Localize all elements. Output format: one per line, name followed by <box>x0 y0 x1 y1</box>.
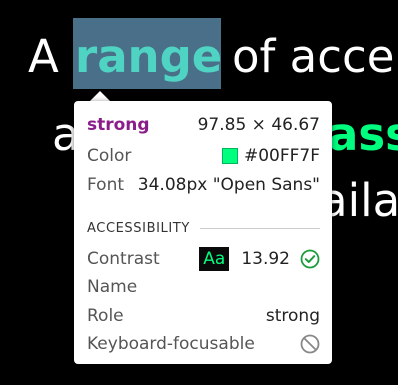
accessibility-section-title: ACCESSIBILITY <box>87 218 320 238</box>
color-label: Color <box>87 146 132 166</box>
element-tag: strong <box>87 115 150 135</box>
font-row: Font 34.08px "Open Sans" <box>87 173 320 197</box>
role-label: Role <box>87 306 124 326</box>
role-value: strong <box>265 306 320 326</box>
element-dimensions: 97.85 × 46.67 <box>197 115 320 135</box>
highlighted-strong-word[interactable]: range <box>75 30 222 83</box>
green-strong-word: ass <box>328 108 398 161</box>
check-circle-icon <box>300 249 320 269</box>
contrast-value: 13.92 <box>241 249 290 269</box>
tooltip-arrow <box>90 91 110 101</box>
font-label: Font <box>87 175 125 195</box>
name-label: Name <box>87 277 138 297</box>
section-divider <box>199 227 320 229</box>
keyboard-focusable-label: Keyboard-focusable <box>87 334 255 354</box>
keyboard-focusable-row: Keyboard-focusable <box>87 332 320 356</box>
text-line-1-prefix: A <box>28 30 59 83</box>
contrast-sample-badge: Aa <box>199 247 230 271</box>
text-line-1-suffix: of acce <box>232 30 395 83</box>
color-row: Color #00FF7F <box>87 144 320 168</box>
name-row: Name <box>87 275 320 299</box>
role-row: Role strong <box>87 304 320 328</box>
color-swatch <box>221 148 238 164</box>
color-value: #00FF7F <box>243 146 320 166</box>
inspector-tooltip: strong 97.85 × 46.67 Color #00FF7F Font … <box>74 101 332 364</box>
font-value: 34.08px "Open Sans" <box>137 175 320 195</box>
contrast-label: Contrast <box>87 249 160 269</box>
not-allowed-icon <box>300 334 320 354</box>
tooltip-header-row: strong 97.85 × 46.67 <box>87 113 320 137</box>
contrast-row: Contrast Aa 13.92 <box>87 247 320 271</box>
